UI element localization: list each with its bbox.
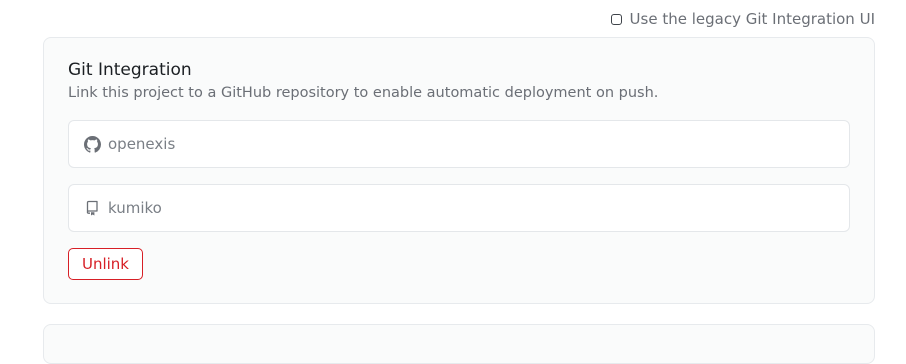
github-icon — [84, 135, 101, 153]
repository-icon — [84, 200, 101, 217]
git-integration-title: Git Integration — [68, 60, 192, 80]
git-integration-description: Link this project to a GitHub repository… — [68, 85, 659, 101]
github-owner-field[interactable]: openexis — [68, 120, 850, 168]
unlink-button[interactable]: Unlink — [68, 248, 143, 280]
legacy-git-ui-checkbox[interactable] — [610, 13, 622, 25]
git-integration-card: Git Integration Link this project to a G… — [43, 37, 875, 304]
github-owner-value: openexis — [108, 135, 176, 153]
legacy-git-ui-label: Use the legacy Git Integration UI — [629, 10, 875, 28]
github-repository-field[interactable]: kumiko — [68, 184, 850, 232]
next-section-card — [43, 324, 875, 364]
github-repository-value: kumiko — [108, 199, 162, 217]
legacy-git-ui-toggle[interactable]: Use the legacy Git Integration UI — [610, 10, 875, 28]
